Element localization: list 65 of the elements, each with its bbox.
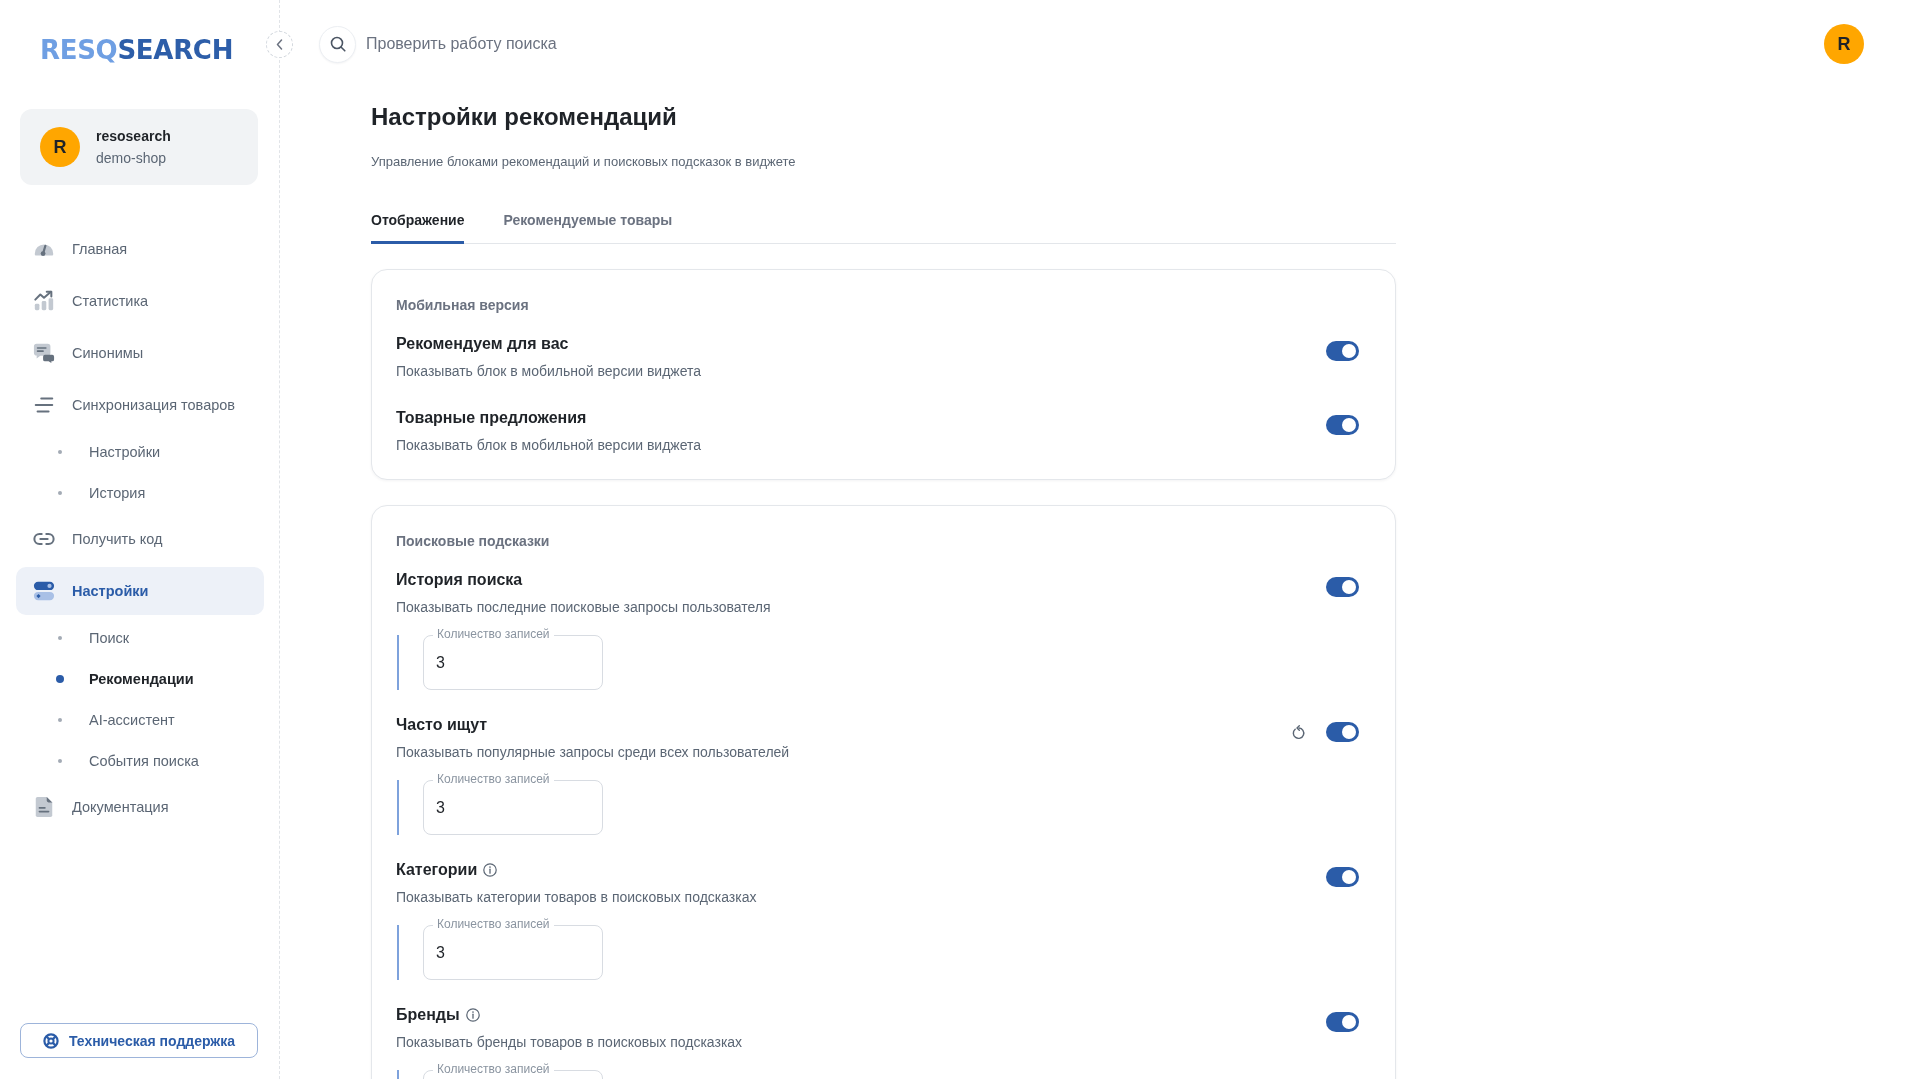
nav-subitem[interactable]: История xyxy=(16,472,264,513)
setting-description: Показывать блок в мобильной версии виджета xyxy=(396,436,702,455)
chevron-left-icon xyxy=(276,39,283,50)
setting-title: Товарные предложения xyxy=(396,408,587,428)
setting-description: Показывать последние поисковые запросы пользователя xyxy=(396,598,771,617)
collapse-button[interactable] xyxy=(266,31,293,58)
tab[interactable]: Рекомендуемые товары xyxy=(503,200,673,244)
toggle-switch[interactable] xyxy=(1326,867,1359,887)
setting-title: Категории xyxy=(396,860,478,880)
lifebuoy-icon xyxy=(42,1032,59,1049)
setting-title: Бренды xyxy=(396,1005,460,1025)
bullet-icon xyxy=(58,758,62,763)
toggle-switch[interactable] xyxy=(1326,722,1359,742)
setting-description: Показывать бренды товаров в поисковых подсказках xyxy=(396,1033,743,1052)
chart-icon xyxy=(33,290,55,312)
document-icon xyxy=(33,796,55,818)
setting-title: Рекомендуем для вас xyxy=(396,334,569,354)
toggle-switch[interactable] xyxy=(1326,1012,1359,1032)
tab[interactable]: Отображение xyxy=(371,200,465,244)
nav-item[interactable]: Синонимы xyxy=(16,329,264,377)
nav-item[interactable]: Статистика xyxy=(16,277,264,325)
toggle-switch[interactable] xyxy=(1326,341,1359,361)
nav-item[interactable]: Получить код xyxy=(16,515,264,563)
nav-subitem[interactable]: События поиска xyxy=(16,740,264,781)
bullet-icon xyxy=(58,490,62,495)
nav-subitem[interactable]: Рекомендации xyxy=(16,658,264,699)
setting-description: Показывать блок в мобильной версии виджета xyxy=(396,362,702,381)
setting-description: Показывать популярные запросы среди всех пользователей xyxy=(396,743,790,762)
section-heading: Поисковые подсказки xyxy=(396,532,550,550)
field-label: Количество записей xyxy=(433,773,554,786)
account-name: resosearch xyxy=(96,127,171,146)
search-icon xyxy=(329,36,346,52)
nav-item[interactable]: Главная xyxy=(16,225,264,273)
chat-icon xyxy=(33,342,55,364)
avatar: R xyxy=(40,127,80,167)
nav-subitem[interactable]: AI-ассистент xyxy=(16,699,264,740)
field-label: Количество записей xyxy=(433,918,554,931)
nav-item[interactable]: Документация xyxy=(16,783,264,831)
bullet-icon xyxy=(58,717,62,722)
nav-subitem[interactable]: Поиск xyxy=(16,617,264,658)
setting-description: Показывать категории товаров в поисковых подсказках xyxy=(396,888,757,907)
toggle-switch[interactable] xyxy=(1326,415,1359,435)
nav-item[interactable]: Синхронизация товаров xyxy=(16,381,264,429)
setting-title: Часто ищут xyxy=(396,715,488,735)
page-subtitle: Управление блоками рекомендаций и поисковых подсказок в виджете xyxy=(371,153,796,171)
search-prompt[interactable]: Проверить работу поиска xyxy=(366,35,557,53)
nav-item[interactable]: Настройки xyxy=(16,567,264,615)
field-label: Количество записей xyxy=(433,1063,554,1076)
bullet-icon xyxy=(56,674,64,683)
setting-title: История поиска xyxy=(396,570,523,590)
bullet-icon xyxy=(58,635,62,640)
section-heading: Мобильная версия xyxy=(396,296,529,314)
logo: RESQSEARCH xyxy=(40,35,234,65)
support-button[interactable]: Техническая поддержка xyxy=(20,1023,258,1058)
user-avatar[interactable]: R xyxy=(1824,24,1864,64)
field-label: Количество записей xyxy=(433,628,554,641)
search-button[interactable] xyxy=(319,25,356,63)
toggles-icon xyxy=(33,580,55,602)
page-title: Настройки рекомендаций xyxy=(371,102,677,132)
account-card[interactable]: R resosearch demo-shop xyxy=(20,109,258,185)
toggle-switch[interactable] xyxy=(1326,577,1359,597)
bullet-icon xyxy=(58,449,62,454)
shop-name: demo-shop xyxy=(96,149,167,168)
nav-subitem[interactable]: Настройки xyxy=(16,431,264,472)
refresh-icon[interactable] xyxy=(1292,724,1306,740)
